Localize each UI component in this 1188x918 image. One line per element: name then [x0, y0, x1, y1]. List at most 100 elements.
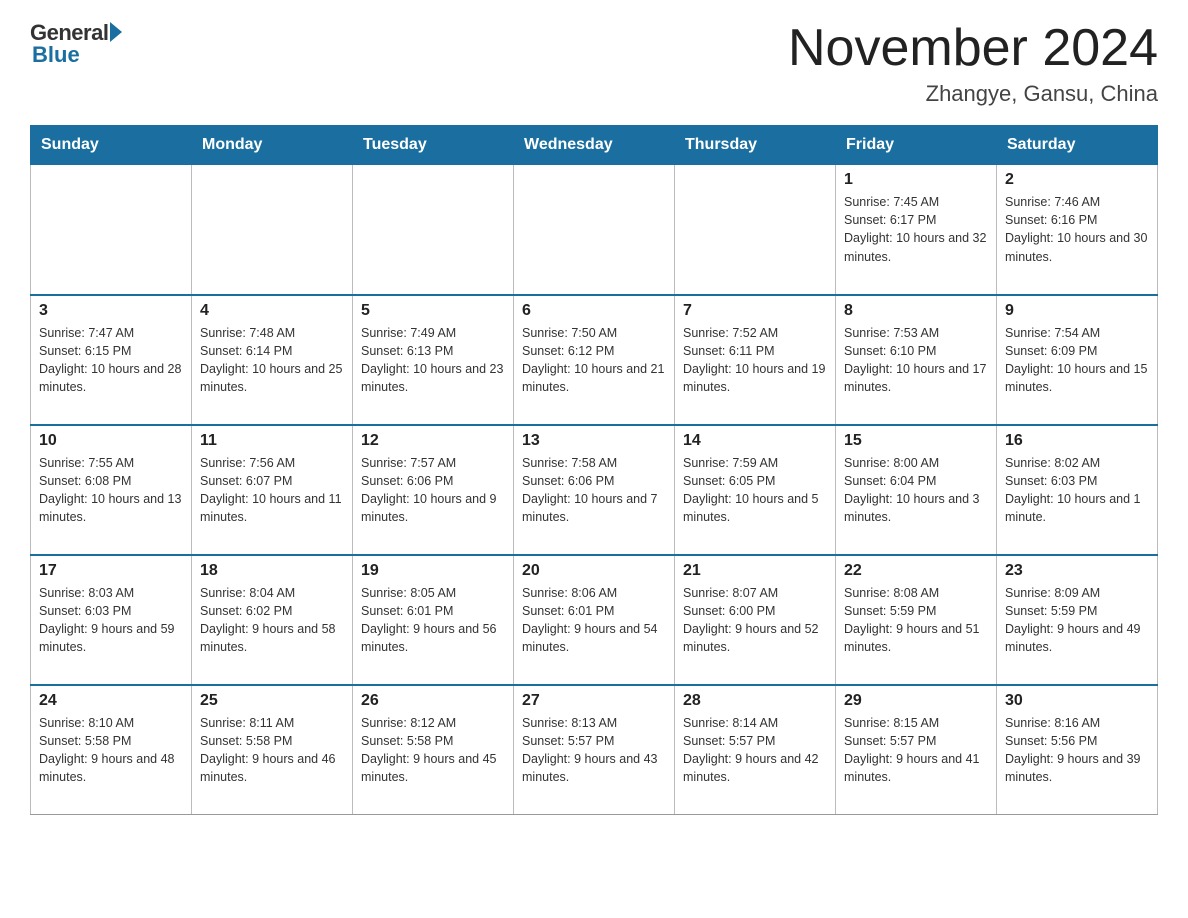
calendar-cell: 14 Sunrise: 7:59 AMSunset: 6:05 PMDayligh…: [675, 425, 836, 555]
logo: General Blue: [30, 20, 122, 68]
day-number: 18: [200, 562, 344, 580]
weekday-header-wednesday: Wednesday: [514, 126, 675, 165]
calendar-cell: 25 Sunrise: 8:11 AMSunset: 5:58 PMDayligh…: [192, 685, 353, 815]
day-number: 20: [522, 562, 666, 580]
day-number: 21: [683, 562, 827, 580]
calendar-table: SundayMondayTuesdayWednesdayThursdayFrid…: [30, 125, 1158, 815]
calendar-cell: 23 Sunrise: 8:09 AMSunset: 5:59 PMDayligh…: [997, 555, 1158, 685]
day-info: Sunrise: 8:03 AMSunset: 6:03 PMDaylight:…: [39, 584, 183, 657]
day-number: 16: [1005, 432, 1149, 450]
day-info: Sunrise: 8:10 AMSunset: 5:58 PMDaylight:…: [39, 714, 183, 787]
calendar-cell: 7Sunrise: 7:52 AMSunset: 6:11 PMDaylight…: [675, 295, 836, 425]
day-info: Sunrise: 7:48 AMSunset: 6:14 PMDaylight:…: [200, 324, 344, 397]
day-number: 23: [1005, 562, 1149, 580]
day-number: 2: [1005, 171, 1149, 189]
day-number: 8: [844, 302, 988, 320]
day-info: Sunrise: 8:06 AMSunset: 6:01 PMDaylight:…: [522, 584, 666, 657]
day-number: 10: [39, 432, 183, 450]
calendar-cell: 30 Sunrise: 8:16 AMSunset: 5:56 PMDayligh…: [997, 685, 1158, 815]
weekday-header-friday: Friday: [836, 126, 997, 165]
calendar-cell: 3 Sunrise: 7:47 AMSunset: 6:15 PMDaylight…: [31, 295, 192, 425]
day-number: 3: [39, 302, 183, 320]
day-info: Sunrise: 7:57 AMSunset: 6:06 PMDaylight:…: [361, 454, 505, 527]
day-number: 4: [200, 302, 344, 320]
calendar-cell: 21 Sunrise: 8:07 AMSunset: 6:00 PMDayligh…: [675, 555, 836, 685]
day-number: 29: [844, 692, 988, 710]
weekday-header-tuesday: Tuesday: [353, 126, 514, 165]
day-info: Sunrise: 8:02 AMSunset: 6:03 PMDaylight:…: [1005, 454, 1149, 527]
day-info: Sunrise: 8:14 AMSunset: 5:57 PMDaylight:…: [683, 714, 827, 787]
logo-blue-text: Blue: [32, 42, 80, 68]
day-info: Sunrise: 8:13 AMSunset: 5:57 PMDaylight:…: [522, 714, 666, 787]
day-number: 9: [1005, 302, 1149, 320]
calendar-cell: 4 Sunrise: 7:48 AMSunset: 6:14 PMDaylight…: [192, 295, 353, 425]
week-row-5: 24Sunrise: 8:10 AMSunset: 5:58 PMDayligh…: [31, 685, 1158, 815]
day-number: 22: [844, 562, 988, 580]
calendar-cell: [675, 165, 836, 295]
day-info: Sunrise: 7:56 AMSunset: 6:07 PMDaylight:…: [200, 454, 344, 527]
day-number: 14: [683, 432, 827, 450]
day-number: 6: [522, 302, 666, 320]
day-info: Sunrise: 7:46 AMSunset: 6:16 PMDaylight:…: [1005, 193, 1149, 266]
calendar-cell: 28 Sunrise: 8:14 AMSunset: 5:57 PMDayligh…: [675, 685, 836, 815]
calendar-cell: 18 Sunrise: 8:04 AMSunset: 6:02 PMDayligh…: [192, 555, 353, 685]
calendar-cell: 26Sunrise: 8:12 AMSunset: 5:58 PMDayligh…: [353, 685, 514, 815]
day-info: Sunrise: 7:54 AMSunset: 6:09 PMDaylight:…: [1005, 324, 1149, 397]
day-info: Sunrise: 8:11 AMSunset: 5:58 PMDaylight:…: [200, 714, 344, 787]
weekday-header-thursday: Thursday: [675, 126, 836, 165]
calendar-cell: 29Sunrise: 8:15 AMSunset: 5:57 PMDayligh…: [836, 685, 997, 815]
day-number: 13: [522, 432, 666, 450]
day-number: 12: [361, 432, 505, 450]
calendar-cell: 19 Sunrise: 8:05 AMSunset: 6:01 PMDayligh…: [353, 555, 514, 685]
day-info: Sunrise: 7:55 AMSunset: 6:08 PMDaylight:…: [39, 454, 183, 527]
calendar-cell: 2 Sunrise: 7:46 AMSunset: 6:16 PMDaylight…: [997, 165, 1158, 295]
day-info: Sunrise: 7:59 AMSunset: 6:05 PMDaylight:…: [683, 454, 827, 527]
day-info: Sunrise: 7:50 AMSunset: 6:12 PMDaylight:…: [522, 324, 666, 397]
calendar-cell: [353, 165, 514, 295]
calendar-cell: [192, 165, 353, 295]
day-info: Sunrise: 8:00 AMSunset: 6:04 PMDaylight:…: [844, 454, 988, 527]
calendar-cell: 24Sunrise: 8:10 AMSunset: 5:58 PMDayligh…: [31, 685, 192, 815]
week-row-2: 3 Sunrise: 7:47 AMSunset: 6:15 PMDaylight…: [31, 295, 1158, 425]
day-info: Sunrise: 8:16 AMSunset: 5:56 PMDaylight:…: [1005, 714, 1149, 787]
calendar-cell: 6 Sunrise: 7:50 AMSunset: 6:12 PMDaylight…: [514, 295, 675, 425]
calendar-cell: 17 Sunrise: 8:03 AMSunset: 6:03 PMDayligh…: [31, 555, 192, 685]
calendar-cell: 20 Sunrise: 8:06 AMSunset: 6:01 PMDayligh…: [514, 555, 675, 685]
day-number: 25: [200, 692, 344, 710]
calendar-cell: [31, 165, 192, 295]
day-number: 1: [844, 171, 988, 189]
weekday-header-sunday: Sunday: [31, 126, 192, 165]
week-row-4: 17 Sunrise: 8:03 AMSunset: 6:03 PMDayligh…: [31, 555, 1158, 685]
calendar-cell: 16 Sunrise: 8:02 AMSunset: 6:03 PMDayligh…: [997, 425, 1158, 555]
calendar-cell: 11 Sunrise: 7:56 AMSunset: 6:07 PMDayligh…: [192, 425, 353, 555]
calendar-cell: 12 Sunrise: 7:57 AMSunset: 6:06 PMDayligh…: [353, 425, 514, 555]
day-number: 11: [200, 432, 344, 450]
header: General Blue November 2024 Zhangye, Gans…: [30, 20, 1158, 107]
calendar-cell: 13Sunrise: 7:58 AMSunset: 6:06 PMDayligh…: [514, 425, 675, 555]
day-info: Sunrise: 8:04 AMSunset: 6:02 PMDaylight:…: [200, 584, 344, 657]
day-info: Sunrise: 7:47 AMSunset: 6:15 PMDaylight:…: [39, 324, 183, 397]
day-info: Sunrise: 8:05 AMSunset: 6:01 PMDaylight:…: [361, 584, 505, 657]
day-number: 19: [361, 562, 505, 580]
calendar-cell: 10 Sunrise: 7:55 AMSunset: 6:08 PMDayligh…: [31, 425, 192, 555]
day-number: 17: [39, 562, 183, 580]
day-number: 30: [1005, 692, 1149, 710]
calendar-cell: 5 Sunrise: 7:49 AMSunset: 6:13 PMDaylight…: [353, 295, 514, 425]
day-info: Sunrise: 7:49 AMSunset: 6:13 PMDaylight:…: [361, 324, 505, 397]
day-info: Sunrise: 8:07 AMSunset: 6:00 PMDaylight:…: [683, 584, 827, 657]
month-title: November 2024: [788, 20, 1158, 77]
calendar-cell: 27Sunrise: 8:13 AMSunset: 5:57 PMDayligh…: [514, 685, 675, 815]
calendar-cell: 8Sunrise: 7:53 AMSunset: 6:10 PMDaylight…: [836, 295, 997, 425]
location-text: Zhangye, Gansu, China: [788, 81, 1158, 107]
day-info: Sunrise: 7:45 AMSunset: 6:17 PMDaylight:…: [844, 193, 988, 266]
calendar-cell: 9 Sunrise: 7:54 AMSunset: 6:09 PMDaylight…: [997, 295, 1158, 425]
calendar-cell: 22 Sunrise: 8:08 AMSunset: 5:59 PMDayligh…: [836, 555, 997, 685]
title-area: November 2024 Zhangye, Gansu, China: [788, 20, 1158, 107]
day-number: 28: [683, 692, 827, 710]
day-info: Sunrise: 8:09 AMSunset: 5:59 PMDaylight:…: [1005, 584, 1149, 657]
day-number: 15: [844, 432, 988, 450]
day-info: Sunrise: 8:08 AMSunset: 5:59 PMDaylight:…: [844, 584, 988, 657]
calendar-cell: 15 Sunrise: 8:00 AMSunset: 6:04 PMDayligh…: [836, 425, 997, 555]
weekday-header-saturday: Saturday: [997, 126, 1158, 165]
day-number: 5: [361, 302, 505, 320]
